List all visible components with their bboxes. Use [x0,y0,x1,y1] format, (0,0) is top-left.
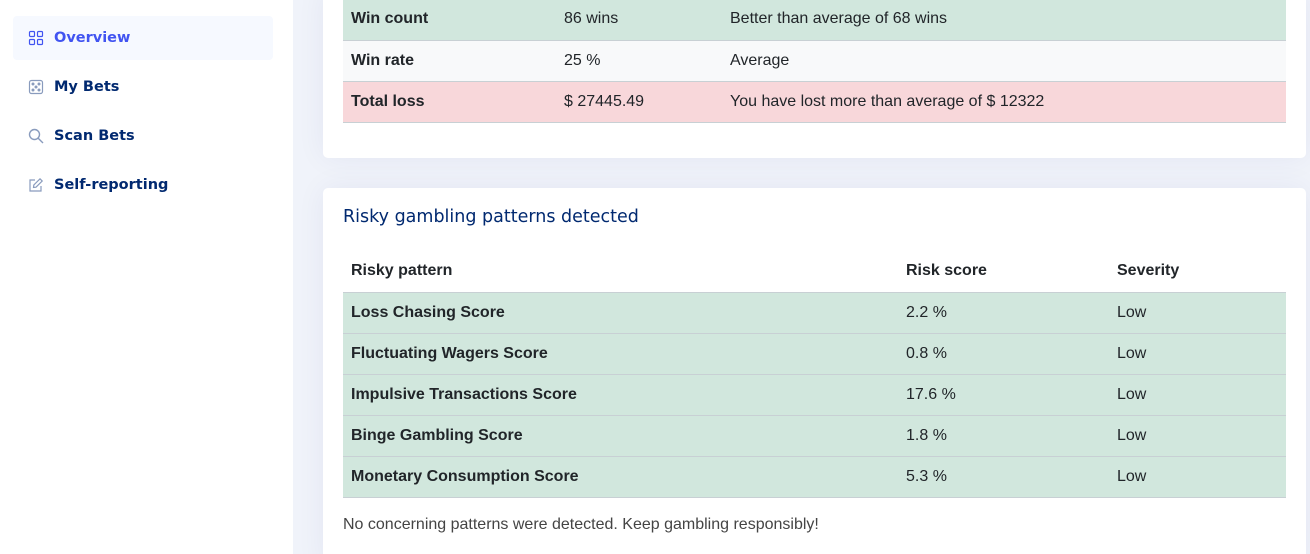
sidebar-item-label: Overview [54,30,131,46]
status-message: No concerning patterns were detected. Ke… [343,516,819,533]
stat-comment: Average [722,40,1286,82]
table-row: Monetary Consumption Score 5.3 % Low [343,456,1286,498]
risk-score: 0.8 % [898,333,1109,375]
risk-score: 5.3 % [898,456,1109,498]
table-row: Total loss $ 27445.49 You have lost more… [343,81,1286,123]
severity: Low [1109,374,1286,416]
severity: Low [1109,292,1286,334]
severity: Low [1109,333,1286,375]
stat-value: 25 % [556,40,722,82]
table-row: Binge Gambling Score 1.8 % Low [343,415,1286,457]
risk-score: 1.8 % [898,415,1109,457]
pattern-name: Impulsive Transactions Score [343,374,898,416]
stat-label: Win count [343,0,556,41]
stat-label: Win rate [343,40,556,82]
table-row: Loss Chasing Score 2.2 % Low [343,292,1286,334]
table-header-row: Risky pattern Risk score Severity [343,251,1286,293]
column-header: Risk score [898,251,1109,293]
severity: Low [1109,456,1286,498]
sidebar-item-scan-bets[interactable]: Scan Bets [13,114,273,158]
risk-card: Risky gambling patterns detected Risky p… [323,188,1306,554]
table-row: Fluctuating Wagers Score 0.8 % Low [343,333,1286,375]
stats-card: Win count 86 wins Better than average of… [323,0,1306,158]
table-row: Win rate 25 % Average [343,40,1286,82]
stat-comment: Better than average of 68 wins [722,0,1286,41]
pencil-square-icon [27,176,45,194]
grid-icon [27,29,45,47]
risk-score: 2.2 % [898,292,1109,334]
sidebar-item-label: Scan Bets [54,128,135,144]
risk-table: Risky pattern Risk score Severity Loss C… [343,251,1286,498]
stat-comment: You have lost more than average of $ 123… [722,81,1286,123]
sidebar-item-label: My Bets [54,79,120,95]
pattern-name: Monetary Consumption Score [343,456,898,498]
stat-value: $ 27445.49 [556,81,722,123]
stat-label: Total loss [343,81,556,123]
sidebar-item-label: Self-reporting [54,177,169,193]
pattern-name: Fluctuating Wagers Score [343,333,898,375]
pattern-name: Loss Chasing Score [343,292,898,334]
column-header: Severity [1109,251,1286,293]
sidebar-item-self-reporting[interactable]: Self-reporting [13,163,273,207]
sidebar-item-my-bets[interactable]: My Bets [13,65,273,109]
card-title: Risky gambling patterns detected [343,207,639,227]
pattern-name: Binge Gambling Score [343,415,898,457]
stat-value: 86 wins [556,0,722,41]
dice-icon [27,78,45,96]
sidebar-item-overview[interactable]: Overview [13,16,273,60]
stats-table: Win count 86 wins Better than average of… [343,0,1286,123]
risk-score: 17.6 % [898,374,1109,416]
table-row: Win count 86 wins Better than average of… [343,0,1286,41]
column-header: Risky pattern [343,251,898,293]
sidebar: Overview My Bets Scan Bets Self-reportin… [0,0,293,554]
table-row: Impulsive Transactions Score 17.6 % Low [343,374,1286,416]
search-icon [27,127,45,145]
severity: Low [1109,415,1286,457]
